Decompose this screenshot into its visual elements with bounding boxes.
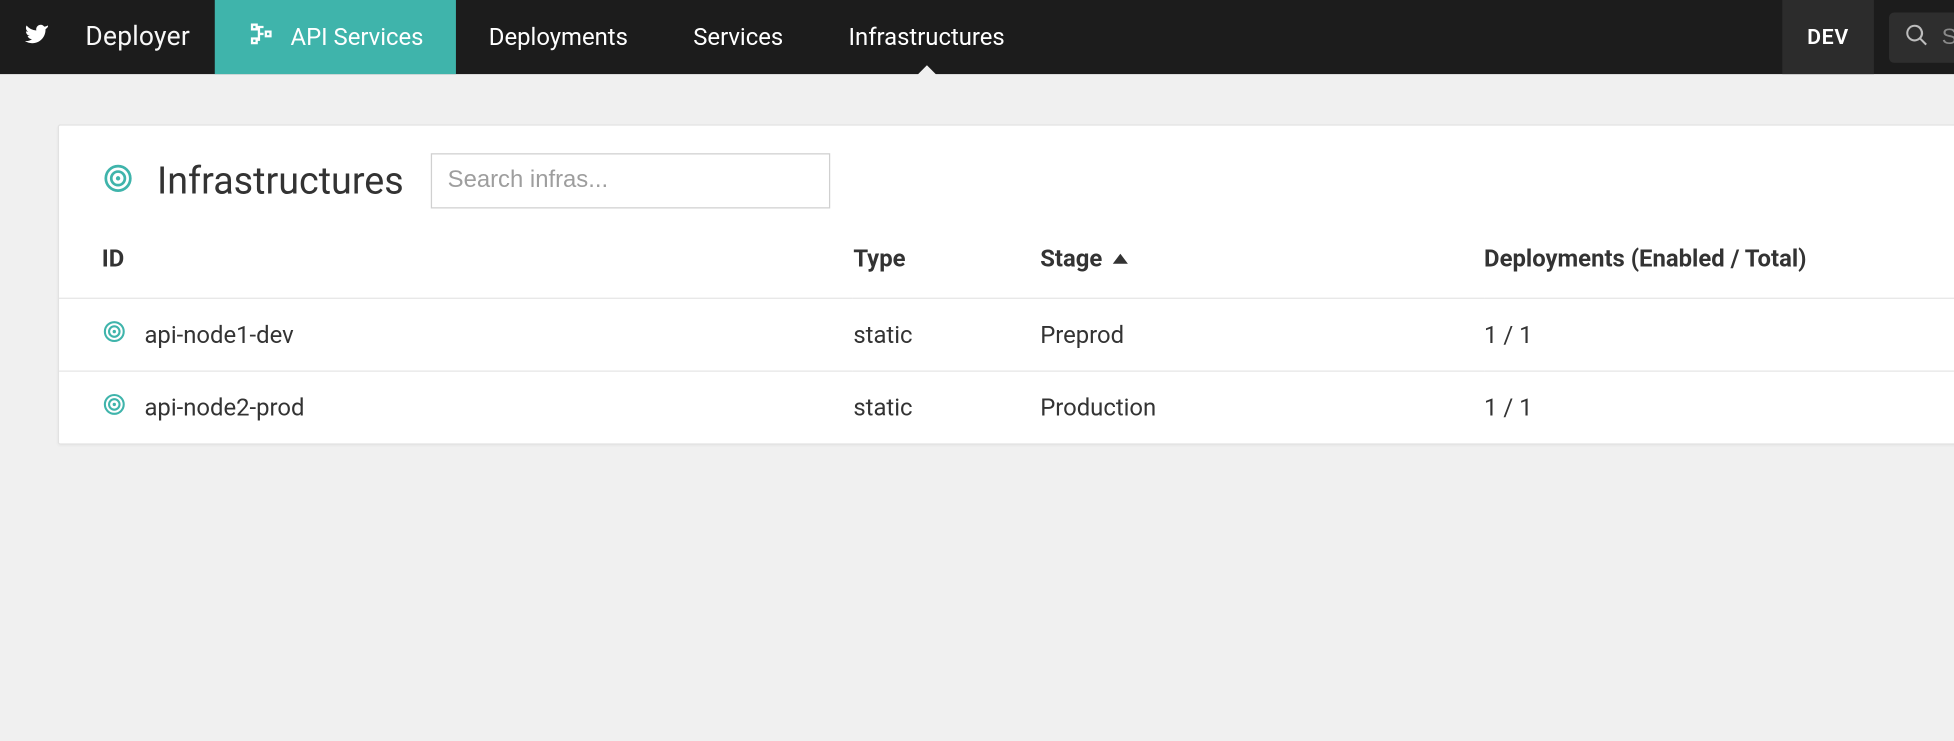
col-header-type[interactable]: Type bbox=[853, 231, 1040, 298]
network-icon bbox=[248, 20, 276, 54]
nav-infrastructures[interactable]: Infrastructures bbox=[816, 0, 1038, 74]
infrastructures-table: ID Type Stage Deployments (Enabled / Tot… bbox=[59, 231, 1954, 443]
row-stage: Preprod bbox=[1040, 298, 1484, 371]
infra-search-input[interactable] bbox=[431, 153, 830, 208]
card-header: Infrastructures + NEW INFRASTRUCTURE bbox=[59, 126, 1954, 232]
page-title: Infrastructures bbox=[157, 159, 404, 203]
nav-api-services[interactable]: API Services bbox=[215, 0, 456, 74]
brand-label: Deployer bbox=[85, 22, 190, 52]
global-search bbox=[1874, 0, 1954, 74]
col-header-stage[interactable]: Stage bbox=[1040, 231, 1484, 298]
infrastructures-card: Infrastructures + NEW INFRASTRUCTURE ID … bbox=[58, 124, 1954, 444]
sort-asc-icon bbox=[1113, 254, 1128, 264]
env-label: DEV bbox=[1807, 24, 1849, 49]
row-dep: 1 / 1 bbox=[1484, 371, 1954, 443]
env-badge[interactable]: DEV bbox=[1782, 0, 1874, 74]
search-icon bbox=[1904, 22, 1929, 52]
row-stage: Production bbox=[1040, 371, 1484, 443]
nav-item-label: Services bbox=[693, 23, 783, 52]
global-search-box[interactable] bbox=[1889, 12, 1954, 62]
global-search-input[interactable] bbox=[1942, 24, 1954, 50]
row-id: api-node2-prod bbox=[144, 393, 304, 422]
row-dep: 1 / 1 bbox=[1484, 298, 1954, 371]
nav-item-label: Infrastructures bbox=[849, 23, 1005, 52]
target-icon bbox=[102, 162, 135, 200]
bird-icon bbox=[23, 21, 51, 54]
row-type: static bbox=[853, 371, 1040, 443]
col-header-deployments[interactable]: Deployments (Enabled / Total) bbox=[1484, 231, 1954, 298]
target-icon bbox=[102, 392, 127, 423]
top-nav: Deployer API Services Deployments Servic… bbox=[0, 0, 1954, 74]
table-row[interactable]: api-node1-dev static Preprod 1 / 1 bbox=[59, 298, 1954, 371]
row-type: static bbox=[853, 298, 1040, 371]
col-header-id[interactable]: ID bbox=[59, 231, 853, 298]
target-icon bbox=[102, 319, 127, 350]
nav-item-label: Deployments bbox=[489, 23, 628, 52]
active-tab-indicator-icon bbox=[917, 65, 937, 75]
row-id: api-node1-dev bbox=[144, 320, 293, 349]
brand[interactable]: Deployer bbox=[0, 0, 215, 74]
nav-primary-label: API Services bbox=[291, 23, 424, 52]
nav-deployments[interactable]: Deployments bbox=[456, 0, 660, 74]
nav-services[interactable]: Services bbox=[661, 0, 816, 74]
table-row[interactable]: api-node2-prod static Production 1 / 1 bbox=[59, 371, 1954, 443]
